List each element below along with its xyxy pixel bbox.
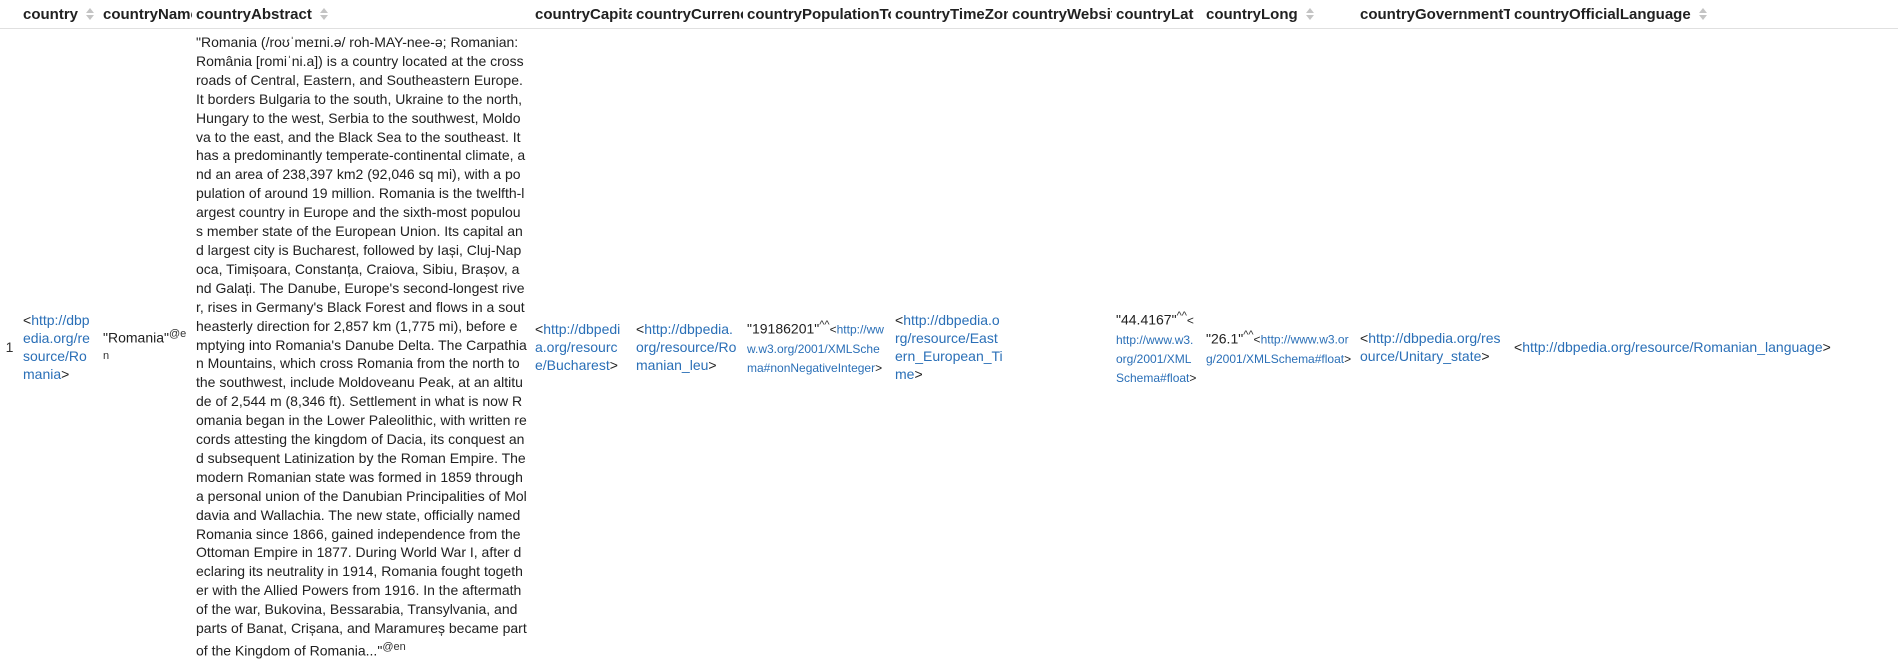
sort-arrows-icon[interactable]: [1699, 7, 1707, 21]
longitude-literal: 26.1: [1211, 331, 1238, 347]
header-row: country countryName countryAbstract coun…: [0, 0, 1898, 29]
rownum-header: [0, 0, 19, 29]
column-header-countryWebsite[interactable]: countryWebsite: [1008, 0, 1112, 29]
currency-link[interactable]: http://dbpedia.org/resource/Romanian_leu: [636, 321, 736, 373]
country-link[interactable]: http://dbpedia.org/resource/Romania: [23, 312, 90, 382]
column-header-countryOfficialLanguage[interactable]: countryOfficialLanguage: [1510, 0, 1898, 29]
cell-countryLong: "26.1"^^<http://www.w3.org/2001/XMLSchem…: [1202, 29, 1356, 665]
cell-countryName: "Romania"@en: [99, 29, 192, 665]
table-row: 1 <http://dbpedia.org/resource/Romania> …: [0, 29, 1898, 665]
results-table: country countryName countryAbstract coun…: [0, 0, 1898, 665]
column-header-countryLong[interactable]: countryLong: [1202, 0, 1356, 29]
capital-link[interactable]: http://dbpedia.org/resource/Bucharest: [535, 321, 620, 373]
latitude-literal: 44.4167: [1121, 312, 1172, 328]
official-language-link[interactable]: http://dbpedia.org/resource/Romanian_lan…: [1522, 339, 1822, 355]
language-tag: @en: [382, 641, 405, 653]
country-name-literal: Romania: [108, 330, 164, 346]
column-header-countryCapital[interactable]: countryCapital: [531, 0, 632, 29]
column-header-country[interactable]: country: [19, 0, 99, 29]
cell-country: <http://dbpedia.org/resource/Romania>: [19, 29, 99, 665]
sort-arrows-icon[interactable]: [320, 7, 328, 21]
cell-countryOfficialLanguage: <http://dbpedia.org/resource/Romanian_la…: [1510, 29, 1898, 665]
column-header-countryAbstract[interactable]: countryAbstract: [192, 0, 531, 29]
cell-countryLat: "44.4167"^^<http://www.w3.org/2001/XMLSc…: [1112, 29, 1202, 665]
government-type-link[interactable]: http://dbpedia.org/resource/Unitary_stat…: [1360, 330, 1501, 364]
column-header-countryName[interactable]: countryName: [99, 0, 192, 29]
sort-arrows-icon[interactable]: [1306, 7, 1314, 21]
cell-countryCapital: <http://dbpedia.org/resource/Bucharest>: [531, 29, 632, 665]
column-header-countryLat[interactable]: countryLat: [1112, 0, 1202, 29]
column-header-countryCurrency[interactable]: countryCurrency: [632, 0, 743, 29]
population-literal: 19186201: [752, 321, 814, 337]
cell-countryGovernmentType: <http://dbpedia.org/resource/Unitary_sta…: [1356, 29, 1510, 665]
column-header-countryPopulationTotal[interactable]: countryPopulationTotal: [743, 0, 891, 29]
cell-countryAbstract: "Romania (/roʊˈmeɪni.ə/ roh-MAY-nee-ə; R…: [192, 29, 531, 665]
cell-countryCurrency: <http://dbpedia.org/resource/Romanian_le…: [632, 29, 743, 665]
column-header-countryTimeZone[interactable]: countryTimeZone: [891, 0, 1008, 29]
country-abstract-literal: Romania (/roʊˈmeɪni.ə/ roh-MAY-nee-ə; Ro…: [196, 34, 527, 659]
cell-countryTimeZone: <http://dbpedia.org/resource/Eastern_Eur…: [891, 29, 1008, 665]
cell-countryPopulationTotal: "19186201"^^<http://www.w3.org/2001/XMLS…: [743, 29, 891, 665]
column-header-countryGovernmentType[interactable]: countryGovernmentType: [1356, 0, 1510, 29]
datatype-link[interactable]: http://www.w3.org/2001/XMLSchema#float: [1116, 333, 1193, 385]
row-number: 1: [0, 29, 19, 665]
sort-arrows-icon[interactable]: [86, 7, 94, 21]
timezone-link[interactable]: http://dbpedia.org/resource/Eastern_Euro…: [895, 312, 1003, 382]
cell-countryWebsite: [1008, 29, 1112, 665]
